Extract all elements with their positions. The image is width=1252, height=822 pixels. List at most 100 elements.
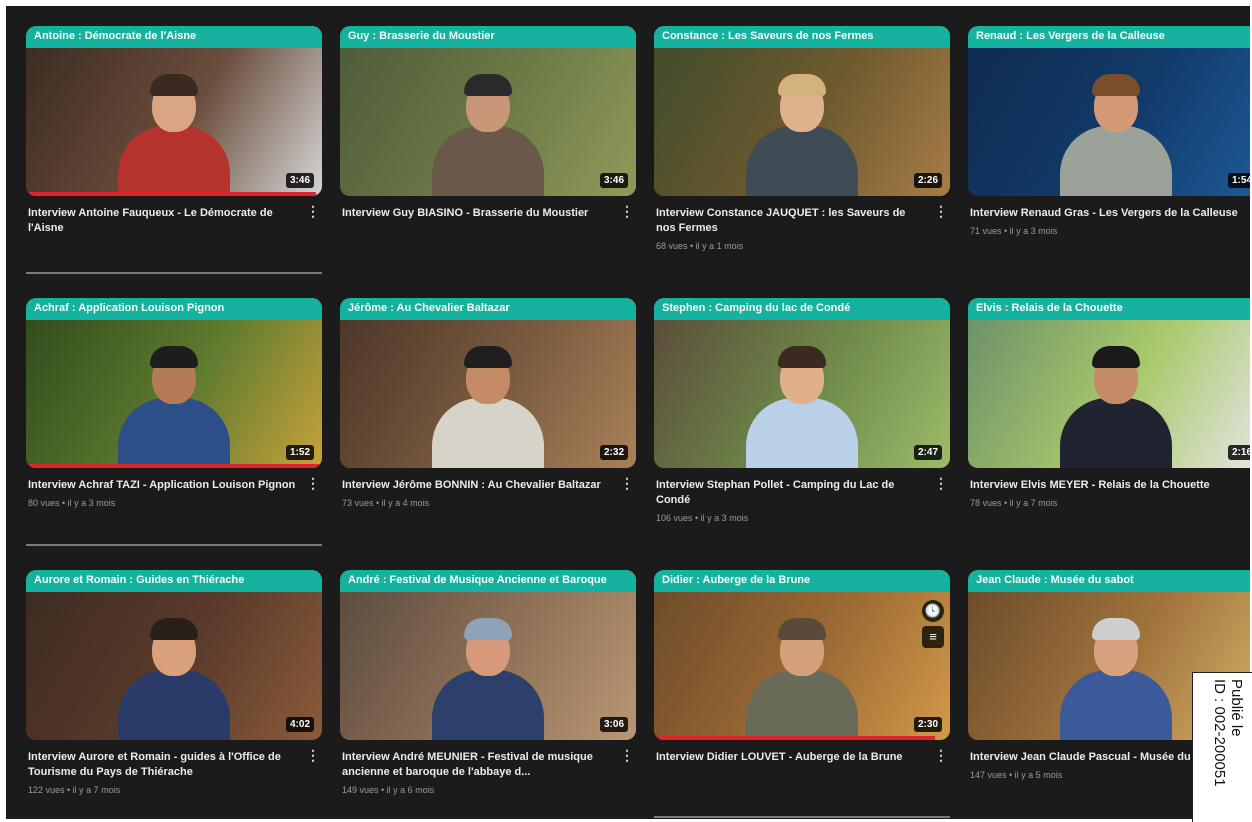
video-stats: 106 vues • il y a 3 mois xyxy=(656,513,749,523)
interviewee-hair xyxy=(778,618,826,640)
more-options-icon[interactable]: ⋮ xyxy=(620,748,634,762)
video-card[interactable]: Constance : Les Saveurs de nos Fermes 2:2… xyxy=(654,26,950,276)
more-options-icon[interactable]: ⋮ xyxy=(620,204,634,218)
video-card[interactable]: Achraf : Application Louison Pignon 1:52 I… xyxy=(26,298,322,548)
video-thumbnail[interactable]: Jérôme : Au Chevalier Baltazar 2:32 xyxy=(340,298,636,468)
video-thumbnail[interactable]: Didier : Auberge de la Brune 🕓 ≡ 2:30 xyxy=(654,570,950,740)
video-card[interactable]: Elvis : Relais de la Chouette 2:16 Intervi… xyxy=(968,298,1250,548)
video-title[interactable]: Interview Renaud Gras - Les Vergers de l… xyxy=(970,206,1240,221)
video-meta: Interview Didier LOUVET - Auberge de la … xyxy=(654,740,950,765)
interviewee-figure xyxy=(428,610,548,740)
watched-underline xyxy=(26,544,322,546)
interviewee-torso xyxy=(432,398,544,468)
interviewee-torso xyxy=(432,126,544,196)
video-thumbnail[interactable]: André : Festival de Musique Ancienne et … xyxy=(340,570,636,740)
interviewee-hair xyxy=(150,74,198,96)
video-meta: Interview Stephan Pollet - Camping du La… xyxy=(654,468,950,523)
interviewee-figure xyxy=(1056,338,1176,468)
video-duration-badge: 2:32 xyxy=(599,445,628,460)
video-duration-badge: 3:06 xyxy=(599,717,628,732)
thumbnail-banner: Guy : Brasserie du Moustier xyxy=(340,26,636,48)
video-thumbnail[interactable]: Aurore et Romain : Guides en Thiérache 4:… xyxy=(26,570,322,740)
video-title[interactable]: Interview Guy BIASINO - Brasserie du Mou… xyxy=(342,206,612,221)
interviewee-hair xyxy=(150,346,198,368)
more-options-icon[interactable]: ⋮ xyxy=(306,748,320,762)
video-card[interactable]: Guy : Brasserie du Moustier 3:46 Interview… xyxy=(340,26,636,276)
video-title[interactable]: Interview Constance JAUQUET : les Saveur… xyxy=(656,206,926,236)
more-options-icon[interactable]: ⋮ xyxy=(620,476,634,490)
video-meta: Interview Antoine Fauqueux - Le Démocrat… xyxy=(26,196,322,236)
video-title[interactable]: Interview Aurore et Romain - guides à l'… xyxy=(28,750,298,780)
thumbnail-banner: Achraf : Application Louison Pignon xyxy=(26,298,322,320)
video-duration-badge: 1:52 xyxy=(285,445,314,460)
more-options-icon[interactable]: ⋮ xyxy=(1248,204,1250,218)
interviewee-figure xyxy=(114,338,234,468)
thumbnail-banner: Antoine : Démocrate de l'Aisne xyxy=(26,26,322,48)
video-meta: Interview Aurore et Romain - guides à l'… xyxy=(26,740,322,795)
video-card[interactable]: Didier : Auberge de la Brune 🕓 ≡ 2:30 Interv… xyxy=(654,570,950,819)
video-thumbnail[interactable]: Antoine : Démocrate de l'Aisne 3:46 xyxy=(26,26,322,196)
video-grid-screen: Antoine : Démocrate de l'Aisne 3:46 Interv… xyxy=(6,6,1250,819)
video-meta: Interview André MEUNIER - Festival de mu… xyxy=(340,740,636,795)
more-options-icon[interactable]: ⋮ xyxy=(934,748,948,762)
video-thumbnail[interactable]: Guy : Brasserie du Moustier 3:46 xyxy=(340,26,636,196)
thumbnail-banner: Elvis : Relais de la Chouette xyxy=(968,298,1250,320)
thumbnail-banner: Constance : Les Saveurs de nos Fermes xyxy=(654,26,950,48)
video-thumbnail[interactable]: Achraf : Application Louison Pignon 1:52 xyxy=(26,298,322,468)
video-title[interactable]: Interview Jérôme BONNIN : Au Chevalier B… xyxy=(342,478,612,493)
more-options-icon[interactable]: ⋮ xyxy=(306,204,320,218)
video-card[interactable]: André : Festival de Musique Ancienne et … xyxy=(340,570,636,819)
video-card[interactable]: Aurore et Romain : Guides en Thiérache 4:… xyxy=(26,570,322,819)
video-title[interactable]: Interview Elvis MEYER - Relais de la Cho… xyxy=(970,478,1240,493)
interviewee-hair xyxy=(1092,74,1140,96)
interviewee-hair xyxy=(464,618,512,640)
video-card[interactable]: Jérôme : Au Chevalier Baltazar 2:32 Interv… xyxy=(340,298,636,548)
interviewee-hair xyxy=(778,346,826,368)
interviewee-torso xyxy=(1060,398,1172,468)
interviewee-torso xyxy=(746,670,858,740)
video-thumbnail[interactable]: Renaud : Les Vergers de la Calleuse 1:54 xyxy=(968,26,1250,196)
video-stats: 80 vues • il y a 3 mois xyxy=(28,498,116,508)
video-card[interactable]: Stephen : Camping du lac de Condé 2:47 Int… xyxy=(654,298,950,548)
video-thumbnail[interactable]: Elvis : Relais de la Chouette 2:16 xyxy=(968,298,1250,468)
interviewee-torso xyxy=(432,670,544,740)
thumbnail-banner: Aurore et Romain : Guides en Thiérache xyxy=(26,570,322,592)
more-options-icon[interactable]: ⋮ xyxy=(934,476,948,490)
interviewee-figure xyxy=(742,338,862,468)
video-stats: 149 vues • il y a 6 mois xyxy=(342,785,435,795)
video-title[interactable]: Interview André MEUNIER - Festival de mu… xyxy=(342,750,612,780)
interviewee-hair xyxy=(1092,618,1140,640)
publication-stamp-text: Publié le ID : 002-200051 xyxy=(1211,679,1245,787)
interviewee-hair xyxy=(464,74,512,96)
interviewee-torso xyxy=(1060,126,1172,196)
thumbnail-banner: Didier : Auberge de la Brune xyxy=(654,570,950,592)
video-meta: Interview Renaud Gras - Les Vergers de l… xyxy=(968,196,1250,236)
interviewee-torso xyxy=(118,126,230,196)
interviewee-figure xyxy=(114,66,234,196)
video-duration-badge: 2:47 xyxy=(913,445,942,460)
video-stats: 73 vues • il y a 4 mois xyxy=(342,498,430,508)
video-card[interactable]: Renaud : Les Vergers de la Calleuse 1:54 I… xyxy=(968,26,1250,276)
thumbnail-banner: André : Festival de Musique Ancienne et … xyxy=(340,570,636,592)
video-duration-badge: 3:46 xyxy=(285,173,314,188)
video-title[interactable]: Interview Stephan Pollet - Camping du La… xyxy=(656,478,926,508)
video-title[interactable]: Interview Antoine Fauqueux - Le Démocrat… xyxy=(28,206,298,236)
video-meta: Interview Guy BIASINO - Brasserie du Mou… xyxy=(340,196,636,221)
add-to-queue-icon[interactable]: ≡ xyxy=(922,626,944,648)
interviewee-figure xyxy=(1056,66,1176,196)
video-grid: Antoine : Démocrate de l'Aisne 3:46 Interv… xyxy=(26,26,1250,819)
video-thumbnail[interactable]: Stephen : Camping du lac de Condé 2:47 xyxy=(654,298,950,468)
more-options-icon[interactable]: ⋮ xyxy=(934,204,948,218)
video-thumbnail[interactable]: Constance : Les Saveurs de nos Fermes 2:2… xyxy=(654,26,950,196)
video-title[interactable]: Interview Achraf TAZI - Application Loui… xyxy=(28,478,298,493)
video-meta: Interview Achraf TAZI - Application Loui… xyxy=(26,468,322,508)
interviewee-hair xyxy=(1092,346,1140,368)
video-title[interactable]: Interview Didier LOUVET - Auberge de la … xyxy=(656,750,926,765)
watch-later-clock-icon[interactable]: 🕓 xyxy=(922,600,944,622)
video-stats: 122 vues • il y a 7 mois xyxy=(28,785,121,795)
more-options-icon[interactable]: ⋮ xyxy=(306,476,320,490)
more-options-icon[interactable]: ⋮ xyxy=(1248,476,1250,490)
video-card[interactable]: Antoine : Démocrate de l'Aisne 3:46 Interv… xyxy=(26,26,322,276)
interviewee-figure xyxy=(742,66,862,196)
interviewee-hair xyxy=(778,74,826,96)
